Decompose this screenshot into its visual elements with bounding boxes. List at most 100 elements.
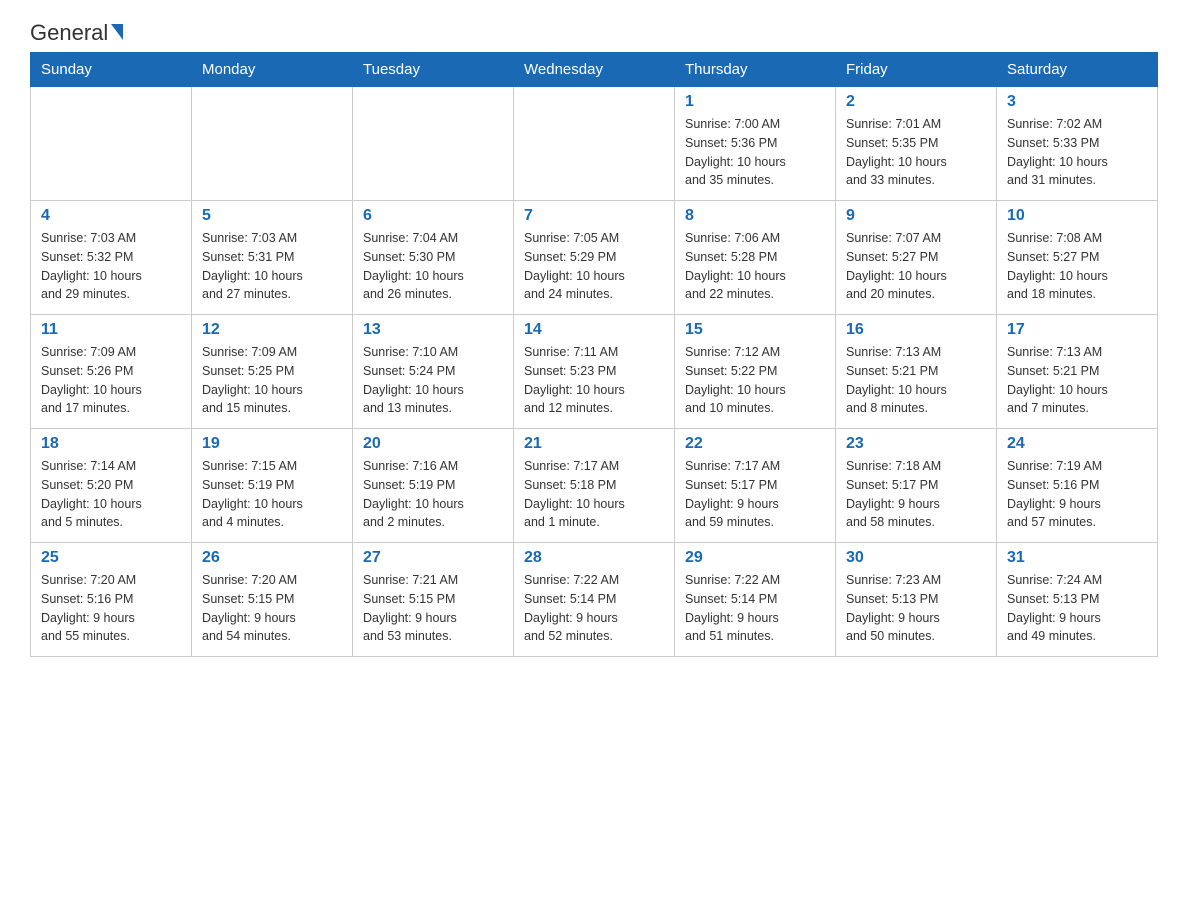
day-number: 31 — [1007, 549, 1147, 567]
day-number: 29 — [685, 549, 825, 567]
day-header-monday: Monday — [192, 53, 353, 87]
day-number: 26 — [202, 549, 342, 567]
calendar-cell: 31 Sunrise: 7:24 AM Sunset: 5:13 PM Dayli… — [997, 543, 1158, 657]
calendar-cell: 20 Sunrise: 7:16 AM Sunset: 5:19 PM Dayli… — [353, 429, 514, 543]
calendar-cell: 12 Sunrise: 7:09 AM Sunset: 5:25 PM Dayli… — [192, 315, 353, 429]
calendar-table: SundayMondayTuesdayWednesdayThursdayFrid… — [30, 52, 1158, 657]
calendar-week-5: 25 Sunrise: 7:20 AM Sunset: 5:16 PM Dayli… — [31, 543, 1158, 657]
day-number: 24 — [1007, 435, 1147, 453]
day-info: Sunrise: 7:20 AM Sunset: 5:15 PM Dayligh… — [202, 571, 342, 646]
day-info: Sunrise: 7:21 AM Sunset: 5:15 PM Dayligh… — [363, 571, 503, 646]
calendar-cell: 5 Sunrise: 7:03 AM Sunset: 5:31 PM Daylig… — [192, 201, 353, 315]
day-info: Sunrise: 7:23 AM Sunset: 5:13 PM Dayligh… — [846, 571, 986, 646]
day-header-wednesday: Wednesday — [514, 53, 675, 87]
day-number: 18 — [41, 435, 181, 453]
calendar-cell: 8 Sunrise: 7:06 AM Sunset: 5:28 PM Daylig… — [675, 201, 836, 315]
day-info: Sunrise: 7:13 AM Sunset: 5:21 PM Dayligh… — [1007, 343, 1147, 418]
day-number: 8 — [685, 207, 825, 225]
logo: General — [30, 20, 123, 42]
day-header-friday: Friday — [836, 53, 997, 87]
day-number: 9 — [846, 207, 986, 225]
day-info: Sunrise: 7:17 AM Sunset: 5:17 PM Dayligh… — [685, 457, 825, 532]
calendar-cell — [192, 87, 353, 201]
day-header-sunday: Sunday — [31, 53, 192, 87]
day-info: Sunrise: 7:05 AM Sunset: 5:29 PM Dayligh… — [524, 229, 664, 304]
calendar-header-row: SundayMondayTuesdayWednesdayThursdayFrid… — [31, 53, 1158, 87]
day-number: 4 — [41, 207, 181, 225]
day-info: Sunrise: 7:03 AM Sunset: 5:31 PM Dayligh… — [202, 229, 342, 304]
calendar-cell: 10 Sunrise: 7:08 AM Sunset: 5:27 PM Dayli… — [997, 201, 1158, 315]
day-number: 27 — [363, 549, 503, 567]
calendar-cell: 6Sunrise: 7:04 AM Sunset: 5:30 PM Daylig… — [353, 201, 514, 315]
calendar-week-3: 11Sunrise: 7:09 AM Sunset: 5:26 PM Dayli… — [31, 315, 1158, 429]
calendar-cell: 13 Sunrise: 7:10 AM Sunset: 5:24 PM Dayli… — [353, 315, 514, 429]
day-info: Sunrise: 7:02 AM Sunset: 5:33 PM Dayligh… — [1007, 115, 1147, 190]
calendar-cell: 23 Sunrise: 7:18 AM Sunset: 5:17 PM Dayli… — [836, 429, 997, 543]
day-info: Sunrise: 7:15 AM Sunset: 5:19 PM Dayligh… — [202, 457, 342, 532]
day-number: 30 — [846, 549, 986, 567]
calendar-cell: 26 Sunrise: 7:20 AM Sunset: 5:15 PM Dayli… — [192, 543, 353, 657]
day-number: 11 — [41, 321, 181, 339]
day-info: Sunrise: 7:22 AM Sunset: 5:14 PM Dayligh… — [685, 571, 825, 646]
day-header-thursday: Thursday — [675, 53, 836, 87]
calendar-cell: 1 Sunrise: 7:00 AM Sunset: 5:36 PM Daylig… — [675, 87, 836, 201]
day-info: Sunrise: 7:16 AM Sunset: 5:19 PM Dayligh… — [363, 457, 503, 532]
day-info: Sunrise: 7:22 AM Sunset: 5:14 PM Dayligh… — [524, 571, 664, 646]
day-number: 3 — [1007, 93, 1147, 111]
day-number: 7 — [524, 207, 664, 225]
calendar-cell: 7 Sunrise: 7:05 AM Sunset: 5:29 PM Daylig… — [514, 201, 675, 315]
day-number: 20 — [363, 435, 503, 453]
calendar-cell: 25 Sunrise: 7:20 AM Sunset: 5:16 PM Dayli… — [31, 543, 192, 657]
page-header: General — [30, 20, 1158, 42]
day-info: Sunrise: 7:13 AM Sunset: 5:21 PM Dayligh… — [846, 343, 986, 418]
day-number: 17 — [1007, 321, 1147, 339]
day-info: Sunrise: 7:20 AM Sunset: 5:16 PM Dayligh… — [41, 571, 181, 646]
day-info: Sunrise: 7:10 AM Sunset: 5:24 PM Dayligh… — [363, 343, 503, 418]
day-info: Sunrise: 7:12 AM Sunset: 5:22 PM Dayligh… — [685, 343, 825, 418]
calendar-cell: 4Sunrise: 7:03 AM Sunset: 5:32 PM Daylig… — [31, 201, 192, 315]
day-info: Sunrise: 7:09 AM Sunset: 5:25 PM Dayligh… — [202, 343, 342, 418]
calendar-cell: 14 Sunrise: 7:11 AM Sunset: 5:23 PM Dayli… — [514, 315, 675, 429]
day-number: 1 — [685, 93, 825, 111]
day-number: 14 — [524, 321, 664, 339]
day-number: 28 — [524, 549, 664, 567]
day-number: 16 — [846, 321, 986, 339]
calendar-cell: 29 Sunrise: 7:22 AM Sunset: 5:14 PM Dayli… — [675, 543, 836, 657]
day-number: 5 — [202, 207, 342, 225]
calendar-cell: 16 Sunrise: 7:13 AM Sunset: 5:21 PM Dayli… — [836, 315, 997, 429]
day-info: Sunrise: 7:14 AM Sunset: 5:20 PM Dayligh… — [41, 457, 181, 532]
day-number: 13 — [363, 321, 503, 339]
calendar-cell — [31, 87, 192, 201]
day-number: 19 — [202, 435, 342, 453]
calendar-week-1: 1 Sunrise: 7:00 AM Sunset: 5:36 PM Daylig… — [31, 87, 1158, 201]
day-info: Sunrise: 7:07 AM Sunset: 5:27 PM Dayligh… — [846, 229, 986, 304]
day-number: 2 — [846, 93, 986, 111]
day-info: Sunrise: 7:11 AM Sunset: 5:23 PM Dayligh… — [524, 343, 664, 418]
day-number: 10 — [1007, 207, 1147, 225]
day-info: Sunrise: 7:04 AM Sunset: 5:30 PM Dayligh… — [363, 229, 503, 304]
calendar-cell — [353, 87, 514, 201]
day-info: Sunrise: 7:00 AM Sunset: 5:36 PM Dayligh… — [685, 115, 825, 190]
calendar-week-2: 4Sunrise: 7:03 AM Sunset: 5:32 PM Daylig… — [31, 201, 1158, 315]
day-info: Sunrise: 7:24 AM Sunset: 5:13 PM Dayligh… — [1007, 571, 1147, 646]
day-number: 23 — [846, 435, 986, 453]
calendar-cell: 11Sunrise: 7:09 AM Sunset: 5:26 PM Dayli… — [31, 315, 192, 429]
calendar-cell: 22Sunrise: 7:17 AM Sunset: 5:17 PM Dayli… — [675, 429, 836, 543]
day-info: Sunrise: 7:01 AM Sunset: 5:35 PM Dayligh… — [846, 115, 986, 190]
day-number: 12 — [202, 321, 342, 339]
day-number: 25 — [41, 549, 181, 567]
day-info: Sunrise: 7:18 AM Sunset: 5:17 PM Dayligh… — [846, 457, 986, 532]
day-number: 15 — [685, 321, 825, 339]
calendar-cell: 9 Sunrise: 7:07 AM Sunset: 5:27 PM Daylig… — [836, 201, 997, 315]
calendar-cell: 15 Sunrise: 7:12 AM Sunset: 5:22 PM Dayli… — [675, 315, 836, 429]
logo-triangle-icon — [111, 24, 123, 40]
calendar-cell: 3 Sunrise: 7:02 AM Sunset: 5:33 PM Daylig… — [997, 87, 1158, 201]
calendar-cell: 17 Sunrise: 7:13 AM Sunset: 5:21 PM Dayli… — [997, 315, 1158, 429]
calendar-cell: 30 Sunrise: 7:23 AM Sunset: 5:13 PM Dayli… — [836, 543, 997, 657]
day-info: Sunrise: 7:19 AM Sunset: 5:16 PM Dayligh… — [1007, 457, 1147, 532]
calendar-cell: 2 Sunrise: 7:01 AM Sunset: 5:35 PM Daylig… — [836, 87, 997, 201]
day-info: Sunrise: 7:06 AM Sunset: 5:28 PM Dayligh… — [685, 229, 825, 304]
calendar-cell: 28 Sunrise: 7:22 AM Sunset: 5:14 PM Dayli… — [514, 543, 675, 657]
day-info: Sunrise: 7:08 AM Sunset: 5:27 PM Dayligh… — [1007, 229, 1147, 304]
day-info: Sunrise: 7:17 AM Sunset: 5:18 PM Dayligh… — [524, 457, 664, 532]
